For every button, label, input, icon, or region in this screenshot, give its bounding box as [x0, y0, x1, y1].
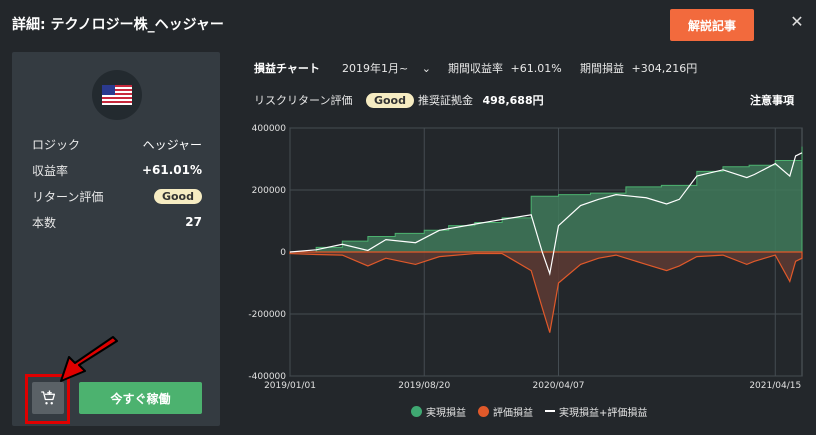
count-row: 本数 27	[32, 212, 202, 232]
return-eval-badge: Good	[153, 188, 202, 204]
legend-total: 実現損益+評価損益	[545, 404, 647, 419]
realized-area	[290, 146, 803, 253]
legend-total-marker	[545, 410, 555, 412]
x-tick-label: 2019/08/20	[398, 381, 450, 391]
period-profit: 期間損益 +304,216円	[580, 60, 697, 76]
dialog-title: 詳細: テクノロジー株_ヘッジャー	[12, 17, 224, 33]
legend-unrealized-marker	[478, 405, 489, 417]
return-rate-value: +61.01%	[141, 163, 202, 177]
chart-title: 損益チャート	[254, 62, 320, 75]
logic-row: ロジック ヘッジャー	[32, 134, 202, 154]
y-tick-label: 400000	[252, 124, 287, 134]
x-tick-label: 2021/04/15	[749, 381, 801, 391]
logic-value: ヘッジャー	[142, 137, 202, 152]
return-eval-label: リターン評価	[32, 189, 104, 204]
y-tick-label: 0	[280, 248, 286, 258]
period-profit-label: 期間損益	[580, 62, 624, 75]
x-tick-label: 2019/01/01	[264, 381, 316, 391]
period-profit-value: +304,216円	[631, 62, 698, 75]
y-tick-label: 200000	[252, 186, 287, 196]
legend-realized: 実現損益	[411, 404, 466, 419]
chart-legend: 実現損益 評価損益 実現損益+評価損益	[411, 404, 659, 419]
us-flag-icon	[102, 85, 132, 105]
period-return-label: 期間収益率	[448, 62, 503, 75]
count-value: 27	[185, 215, 202, 229]
recommended-margin-value: 498,688円	[482, 94, 544, 107]
pointer-arrow-icon	[60, 336, 118, 382]
period-select[interactable]: 2019年1月~ ⌄	[342, 60, 431, 76]
risk-eval: リスクリターン評価 Good	[254, 92, 414, 108]
risk-eval-badge: Good	[365, 93, 414, 108]
legend-realized-marker	[411, 405, 422, 417]
return-eval-row: リターン評価 Good	[32, 186, 202, 206]
run-now-button[interactable]: 今すぐ稼働	[79, 382, 202, 414]
profit-loss-chart: 4000002000000-200000-4000002019/01/01 201…	[248, 124, 803, 391]
return-rate-label: 収益率	[32, 163, 69, 178]
legend-unrealized-label: 評価損益	[493, 407, 533, 419]
recommended-margin: 推奨証拠金 498,688円	[418, 92, 544, 108]
explain-article-button[interactable]: 解説記事	[670, 9, 754, 41]
return-rate-row: 収益率 +61.01%	[32, 160, 202, 180]
y-tick-label: -200000	[248, 310, 286, 320]
close-icon[interactable]: ✕	[788, 12, 806, 32]
risk-eval-label: リスクリターン評価	[254, 94, 353, 107]
period-return: 期間収益率 +61.01%	[448, 60, 562, 76]
notes-link[interactable]: 注意事項	[750, 92, 794, 108]
legend-total-label: 実現損益+評価損益	[559, 407, 648, 419]
period-return-value: +61.01%	[510, 62, 562, 75]
flag-badge	[92, 70, 142, 120]
period-value: 2019年1月~	[342, 62, 409, 75]
legend-realized-label: 実現損益	[426, 407, 466, 419]
logic-label: ロジック	[32, 137, 81, 152]
recommended-margin-label: 推奨証拠金	[418, 94, 473, 107]
chevron-down-icon: ⌄	[421, 62, 431, 75]
count-label: 本数	[32, 215, 57, 230]
x-tick-label: 2020/04/07	[533, 381, 585, 391]
legend-unrealized: 評価損益	[478, 404, 533, 419]
